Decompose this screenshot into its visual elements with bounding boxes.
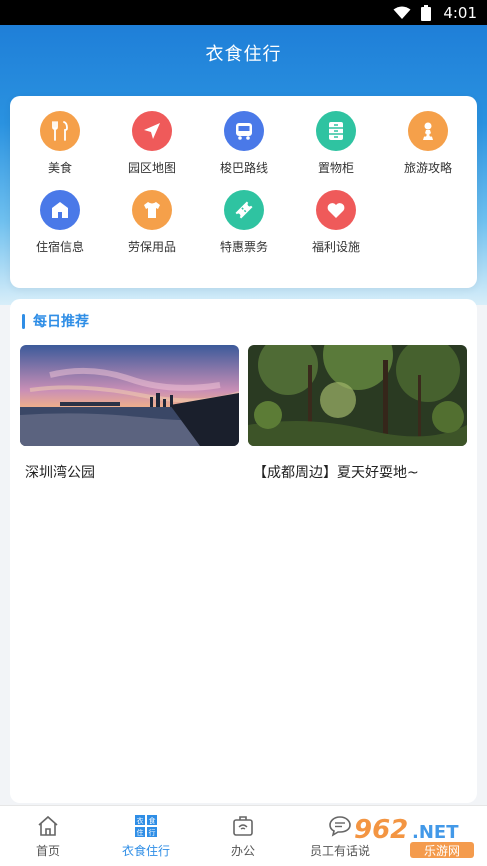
grid-item-label: 劳保用品 (127, 240, 176, 254)
grid-item-bus-route[interactable]: 梭巴路线 (198, 111, 290, 187)
page-title: 衣食住行 (205, 44, 282, 65)
home-outline-icon (38, 815, 58, 836)
svg-text:衣: 衣 (137, 816, 144, 825)
tab-office[interactable]: 办公 (195, 814, 291, 859)
service-grid: 美食 园区地图 梭巴路线 置物柜 旅游攻略 住宿信息 劳保用品 特惠票务 福利设… (10, 96, 477, 288)
tab-home[interactable]: 首页 (0, 814, 96, 859)
grid-item-label: 特惠票务 (219, 240, 268, 254)
daily-recommend-panel: 每日推荐 深圳湾公园 【成都周边】夏天好耍地~ (10, 299, 477, 803)
svg-text:住: 住 (137, 828, 144, 837)
watermark-logo: 962 .NET 乐游网 (350, 808, 480, 860)
section-header: 每日推荐 (22, 311, 89, 331)
recommend-caption[interactable]: 【成都周边】夏天好耍地~ (253, 462, 419, 482)
grid-item-lodging[interactable]: 住宿信息 (14, 190, 106, 266)
svg-text:行: 行 (149, 828, 156, 837)
tab-label: 办公 (230, 844, 255, 858)
status-bar: 4:01 (0, 0, 487, 25)
grid-item-welfare-facilities[interactable]: 福利设施 (290, 190, 382, 266)
svg-text:乐游网: 乐游网 (424, 844, 460, 858)
grid-item-locker[interactable]: 置物柜 (290, 111, 382, 187)
locker-icon (316, 111, 356, 151)
clothing-food-icon: 衣 食 住 行 (135, 815, 157, 837)
bus-icon (224, 111, 264, 151)
grid-item-label: 园区地图 (127, 161, 176, 175)
chat-icon (329, 816, 351, 837)
grid-item-label: 住宿信息 (35, 240, 84, 254)
grid-item-discount-tickets[interactable]: 特惠票务 (198, 190, 290, 266)
status-time: 4:01 (443, 3, 477, 22)
grid-item-travel-guide[interactable]: 旅游攻略 (382, 111, 474, 187)
battery-icon (421, 4, 432, 21)
grid-item-label: 福利设施 (311, 240, 360, 254)
grid-item-label: 梭巴路线 (219, 161, 268, 175)
svg-text:962: 962 (354, 815, 408, 845)
travel-icon (408, 111, 448, 151)
grid-item-protective-supplies[interactable]: 劳保用品 (106, 190, 198, 266)
home-icon (40, 190, 80, 230)
grid-item-label: 旅游攻略 (403, 161, 452, 175)
grid-item-label: 美食 (47, 161, 72, 175)
grid-item-park-map[interactable]: 园区地图 (106, 111, 198, 187)
section-title: 每日推荐 (33, 314, 89, 330)
food-icon (40, 111, 80, 151)
grid-item-label: 置物柜 (317, 161, 354, 175)
wifi-icon (393, 6, 411, 19)
section-accent-bar (22, 313, 25, 329)
grid-item-food[interactable]: 美食 (14, 111, 106, 187)
heart-icon (316, 190, 356, 230)
tab-label: 衣食住行 (121, 844, 170, 858)
recommend-caption[interactable]: 深圳湾公园 (25, 462, 95, 482)
tab-label: 首页 (35, 844, 60, 858)
shirt-icon (132, 190, 172, 230)
svg-text:食: 食 (149, 816, 156, 825)
ticket-icon (224, 190, 264, 230)
svg-text:.NET: .NET (412, 822, 459, 843)
recommend-image-shenzhen-bay[interactable] (20, 345, 239, 446)
office-icon (233, 816, 253, 836)
tab-clothing-food-housing-travel[interactable]: 衣 食 住 行 衣食住行 (98, 814, 194, 859)
map-pointer-icon (132, 111, 172, 151)
recommend-image-chengdu-forest[interactable] (248, 345, 467, 446)
